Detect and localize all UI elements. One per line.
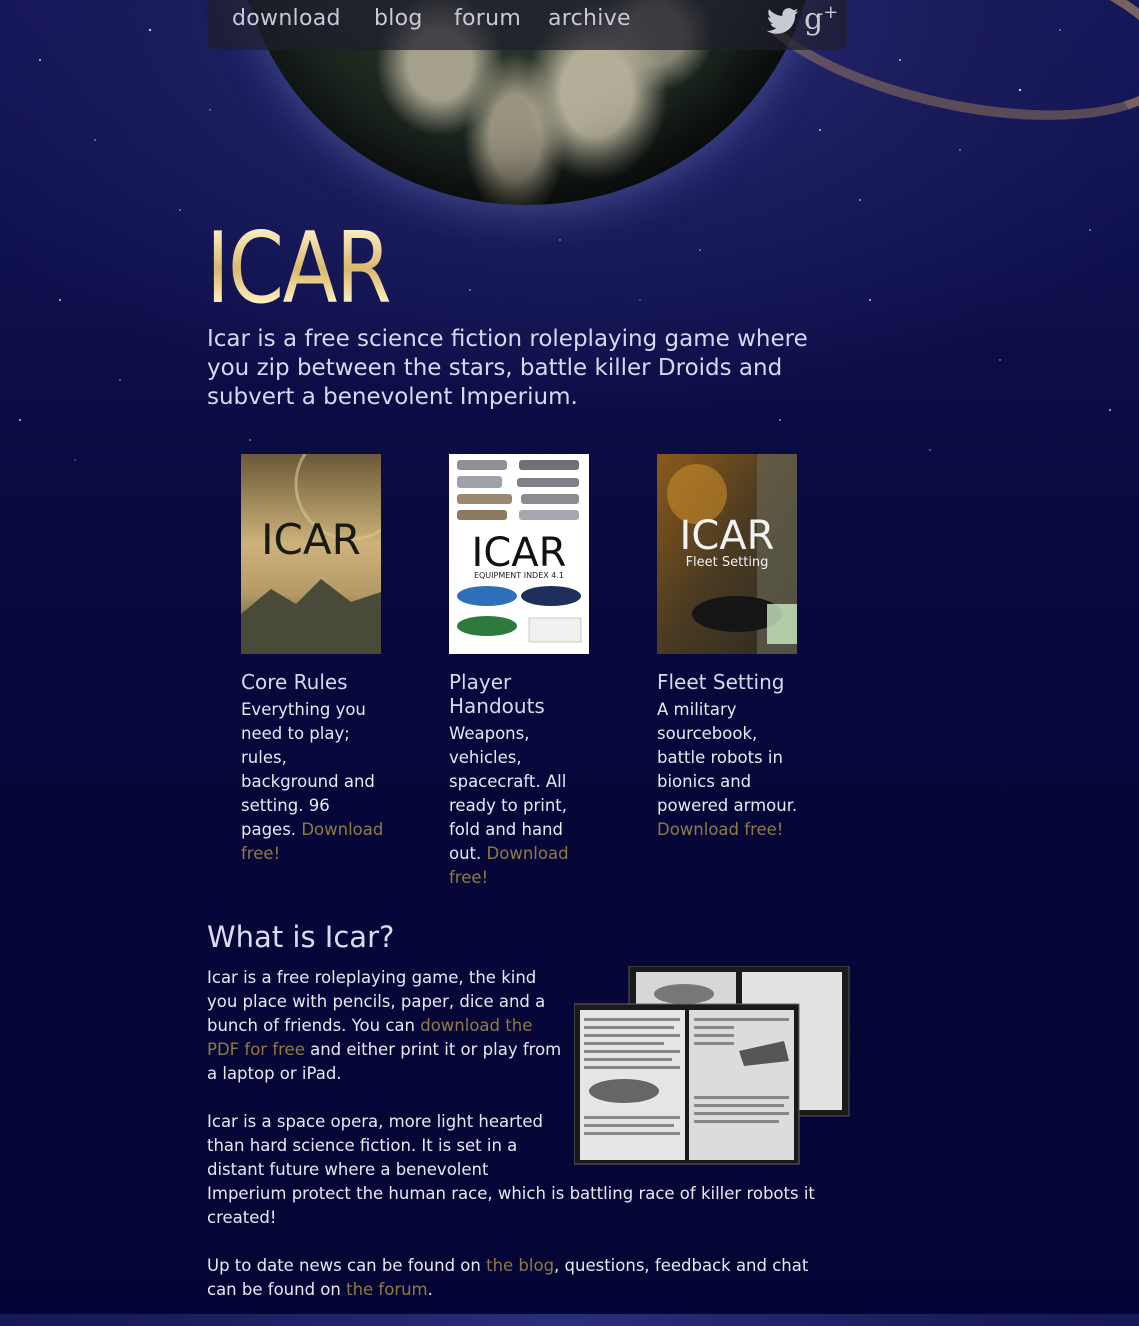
top-navigation: download blog forum archive g+ bbox=[207, 0, 847, 50]
player-handouts-cover-title: ICAR bbox=[472, 530, 567, 576]
player-handouts-description-text: Weapons, vehicles, spacecraft. All ready… bbox=[449, 724, 567, 863]
core-rules-description: Everything you need to play; rules, back… bbox=[241, 698, 386, 866]
book-card-player-handouts: ICAR EQUIPMENT INDEX 4.1 Player Handouts… bbox=[449, 454, 599, 890]
fleet-setting-description: A military sourcebook, battle robots in … bbox=[657, 698, 802, 842]
book-card-fleet-setting: ICAR Fleet Setting Fleet Setting A milit… bbox=[657, 454, 807, 842]
whatis-paragraph-3: Up to date news can be found on the blog… bbox=[207, 1254, 832, 1302]
player-handouts-title: Player Handouts bbox=[449, 670, 545, 718]
google-plus-icon[interactable]: g+ bbox=[804, 2, 838, 37]
fleet-setting-cover[interactable]: ICAR Fleet Setting bbox=[657, 454, 797, 654]
whatis-body: Icar is a free roleplaying game, the kin… bbox=[207, 966, 850, 1326]
book-pages-preview-image bbox=[574, 966, 850, 1165]
whatis-p3-text-end: . bbox=[427, 1280, 433, 1299]
nav-link-blog[interactable]: blog bbox=[374, 6, 423, 31]
twitter-icon[interactable] bbox=[765, 8, 801, 36]
fleet-setting-cover-title: ICAR bbox=[680, 513, 775, 559]
whatis-heading: What is Icar? bbox=[207, 920, 395, 954]
core-rules-cover[interactable]: ICAR bbox=[241, 454, 381, 654]
tagline: Icar is a free science fiction roleplayi… bbox=[207, 326, 808, 410]
nav-link-download[interactable]: download bbox=[232, 6, 341, 31]
whatis-p3-text: Up to date news can be found on bbox=[207, 1256, 487, 1275]
nav-link-forum[interactable]: forum bbox=[454, 6, 521, 31]
blog-link[interactable]: the blog bbox=[486, 1256, 554, 1275]
core-rules-title: Core Rules bbox=[241, 670, 348, 694]
nav-link-archive[interactable]: archive bbox=[548, 6, 631, 31]
player-handouts-cover-subtitle: EQUIPMENT INDEX 4.1 bbox=[474, 571, 564, 580]
fleet-setting-description-text: A military sourcebook, battle robots in … bbox=[657, 700, 798, 815]
core-rules-description-text: Everything you need to play; rules, back… bbox=[241, 700, 375, 839]
fleet-setting-cover-subtitle: Fleet Setting bbox=[686, 555, 769, 570]
player-handouts-description: Weapons, vehicles, spacecraft. All ready… bbox=[449, 722, 594, 890]
forum-link[interactable]: the forum bbox=[346, 1280, 428, 1299]
core-rules-cover-title: ICAR bbox=[261, 515, 361, 564]
google-plus-label: g bbox=[804, 2, 824, 37]
book-card-core-rules: ICAR Core Rules Everything you need to p… bbox=[241, 454, 391, 866]
player-handouts-cover[interactable]: ICAR EQUIPMENT INDEX 4.1 bbox=[449, 454, 589, 654]
site-logo: ICAR bbox=[206, 212, 392, 326]
fleet-setting-title: Fleet Setting bbox=[657, 670, 785, 694]
fleet-setting-download-link[interactable]: Download free! bbox=[657, 820, 783, 839]
